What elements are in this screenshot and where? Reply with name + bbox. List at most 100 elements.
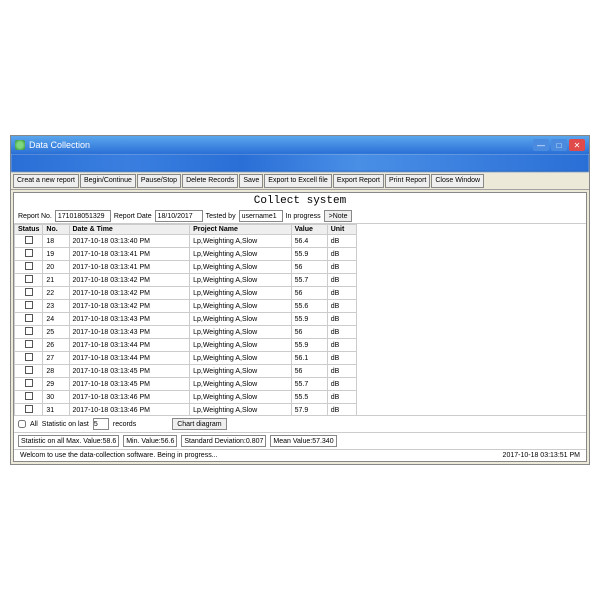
app-icon: [15, 140, 25, 150]
table-row[interactable]: 242017-10-18 03:13:43 PMLp,Weighting A,S…: [15, 313, 357, 326]
row-value: 56.1: [291, 352, 327, 365]
row-checkbox-cell[interactable]: [15, 300, 43, 313]
row-unit: dB: [327, 261, 356, 274]
begin-button[interactable]: Begin/Continue: [80, 174, 136, 188]
row-checkbox-cell[interactable]: [15, 274, 43, 287]
row-unit: dB: [327, 235, 356, 248]
col-value[interactable]: Value: [291, 225, 327, 235]
stats-row-controls: All Statistic on last records Chart diag…: [14, 415, 586, 432]
close-window-button[interactable]: Close Window: [431, 174, 484, 188]
row-checkbox-cell[interactable]: [15, 313, 43, 326]
close-button[interactable]: ✕: [569, 139, 585, 151]
stats-row-values: Statistic on all Max. Value:58.6 Min. Va…: [14, 432, 586, 449]
table-row[interactable]: 272017-10-18 03:13:44 PMLp,Weighting A,S…: [15, 352, 357, 365]
row-checkbox-cell[interactable]: [15, 287, 43, 300]
row-no: 30: [43, 391, 69, 404]
row-datetime: 2017-10-18 03:13:42 PM: [69, 274, 190, 287]
col-no[interactable]: No.: [43, 225, 69, 235]
background-blur-bar: [11, 154, 589, 172]
row-datetime: 2017-10-18 03:13:45 PM: [69, 365, 190, 378]
row-project: Lp,Weighting A,Slow: [190, 300, 292, 313]
row-checkbox-cell[interactable]: [15, 365, 43, 378]
row-no: 23: [43, 300, 69, 313]
row-value: 55.9: [291, 313, 327, 326]
row-project: Lp,Weighting A,Slow: [190, 313, 292, 326]
table-row[interactable]: 292017-10-18 03:13:45 PMLp,Weighting A,S…: [15, 378, 357, 391]
tested-by-input[interactable]: [239, 210, 283, 222]
row-unit: dB: [327, 365, 356, 378]
maximize-button[interactable]: □: [551, 139, 567, 151]
table-row[interactable]: 262017-10-18 03:13:44 PMLp,Weighting A,S…: [15, 339, 357, 352]
meta-row: Report No. Report Date Tested by In prog…: [14, 209, 586, 223]
table-row[interactable]: 182017-10-18 03:13:40 PMLp,Weighting A,S…: [15, 235, 357, 248]
row-datetime: 2017-10-18 03:13:43 PM: [69, 326, 190, 339]
stat-on-all-field: Statistic on all Max. Value:58.6: [18, 435, 119, 447]
row-checkbox-cell[interactable]: [15, 326, 43, 339]
row-project: Lp,Weighting A,Slow: [190, 365, 292, 378]
table-row[interactable]: 202017-10-18 03:13:41 PMLp,Weighting A,S…: [15, 261, 357, 274]
row-value: 55.6: [291, 300, 327, 313]
save-button[interactable]: Save: [239, 174, 263, 188]
row-unit: dB: [327, 313, 356, 326]
table-wrap: Status No. Date & Time Project Name Valu…: [14, 223, 586, 415]
row-project: Lp,Weighting A,Slow: [190, 248, 292, 261]
pause-button[interactable]: Pause/Stop: [137, 174, 181, 188]
row-checkbox-cell[interactable]: [15, 248, 43, 261]
row-checkbox-cell[interactable]: [15, 235, 43, 248]
minimize-button[interactable]: —: [533, 139, 549, 151]
table-row[interactable]: 302017-10-18 03:13:46 PMLp,Weighting A,S…: [15, 391, 357, 404]
row-project: Lp,Weighting A,Slow: [190, 391, 292, 404]
row-checkbox-cell[interactable]: [15, 391, 43, 404]
col-datetime[interactable]: Date & Time: [69, 225, 190, 235]
row-datetime: 2017-10-18 03:13:45 PM: [69, 378, 190, 391]
row-project: Lp,Weighting A,Slow: [190, 326, 292, 339]
std-field: Standard Deviation:0.807: [181, 435, 266, 447]
row-no: 21: [43, 274, 69, 287]
data-table: Status No. Date & Time Project Name Valu…: [14, 224, 357, 415]
print-button[interactable]: Print Report: [385, 174, 430, 188]
table-row[interactable]: 252017-10-18 03:13:43 PMLp,Weighting A,S…: [15, 326, 357, 339]
chart-button[interactable]: Chart diagram: [172, 418, 226, 430]
row-unit: dB: [327, 248, 356, 261]
all-checkbox[interactable]: [18, 420, 26, 428]
table-row[interactable]: 282017-10-18 03:13:45 PMLp,Weighting A,S…: [15, 365, 357, 378]
row-no: 28: [43, 365, 69, 378]
row-checkbox-cell[interactable]: [15, 339, 43, 352]
row-unit: dB: [327, 274, 356, 287]
row-checkbox-cell[interactable]: [15, 261, 43, 274]
all-label: All: [30, 421, 38, 428]
report-date-label: Report Date: [114, 213, 152, 220]
table-row[interactable]: 212017-10-18 03:13:42 PMLp,Weighting A,S…: [15, 274, 357, 287]
row-checkbox-cell[interactable]: [15, 378, 43, 391]
export-report-button[interactable]: Export Report: [333, 174, 384, 188]
mean-field: Mean Value:57.340: [270, 435, 336, 447]
table-row[interactable]: 192017-10-18 03:13:41 PMLp,Weighting A,S…: [15, 248, 357, 261]
titlebar[interactable]: Data Collection — □ ✕: [11, 136, 589, 154]
col-unit[interactable]: Unit: [327, 225, 356, 235]
last-label: Statistic on last: [42, 421, 89, 428]
delete-button[interactable]: Delete Records: [182, 174, 238, 188]
row-unit: dB: [327, 378, 356, 391]
new-report-button[interactable]: Creat a new report: [13, 174, 79, 188]
row-no: 24: [43, 313, 69, 326]
col-status[interactable]: Status: [15, 225, 43, 235]
row-no: 26: [43, 339, 69, 352]
table-row[interactable]: 232017-10-18 03:13:42 PMLp,Weighting A,S…: [15, 300, 357, 313]
row-no: 20: [43, 261, 69, 274]
export-excel-button[interactable]: Export to Excell file: [264, 174, 332, 188]
row-unit: dB: [327, 300, 356, 313]
table-row[interactable]: 222017-10-18 03:13:42 PMLp,Weighting A,S…: [15, 287, 357, 300]
row-checkbox-cell[interactable]: [15, 352, 43, 365]
table-row[interactable]: 312017-10-18 03:13:46 PMLp,Weighting A,S…: [15, 404, 357, 416]
row-value: 56: [291, 326, 327, 339]
report-no-input[interactable]: [55, 210, 111, 222]
row-project: Lp,Weighting A,Slow: [190, 235, 292, 248]
records-label: records: [113, 421, 136, 428]
report-date-input[interactable]: [155, 210, 203, 222]
col-project[interactable]: Project Name: [190, 225, 292, 235]
status-time: 2017-10-18 03:13:51 PM: [503, 452, 580, 459]
note-button[interactable]: >Note: [324, 210, 353, 222]
row-checkbox-cell[interactable]: [15, 404, 43, 416]
last-n-input[interactable]: [93, 418, 109, 430]
row-value: 55.5: [291, 391, 327, 404]
